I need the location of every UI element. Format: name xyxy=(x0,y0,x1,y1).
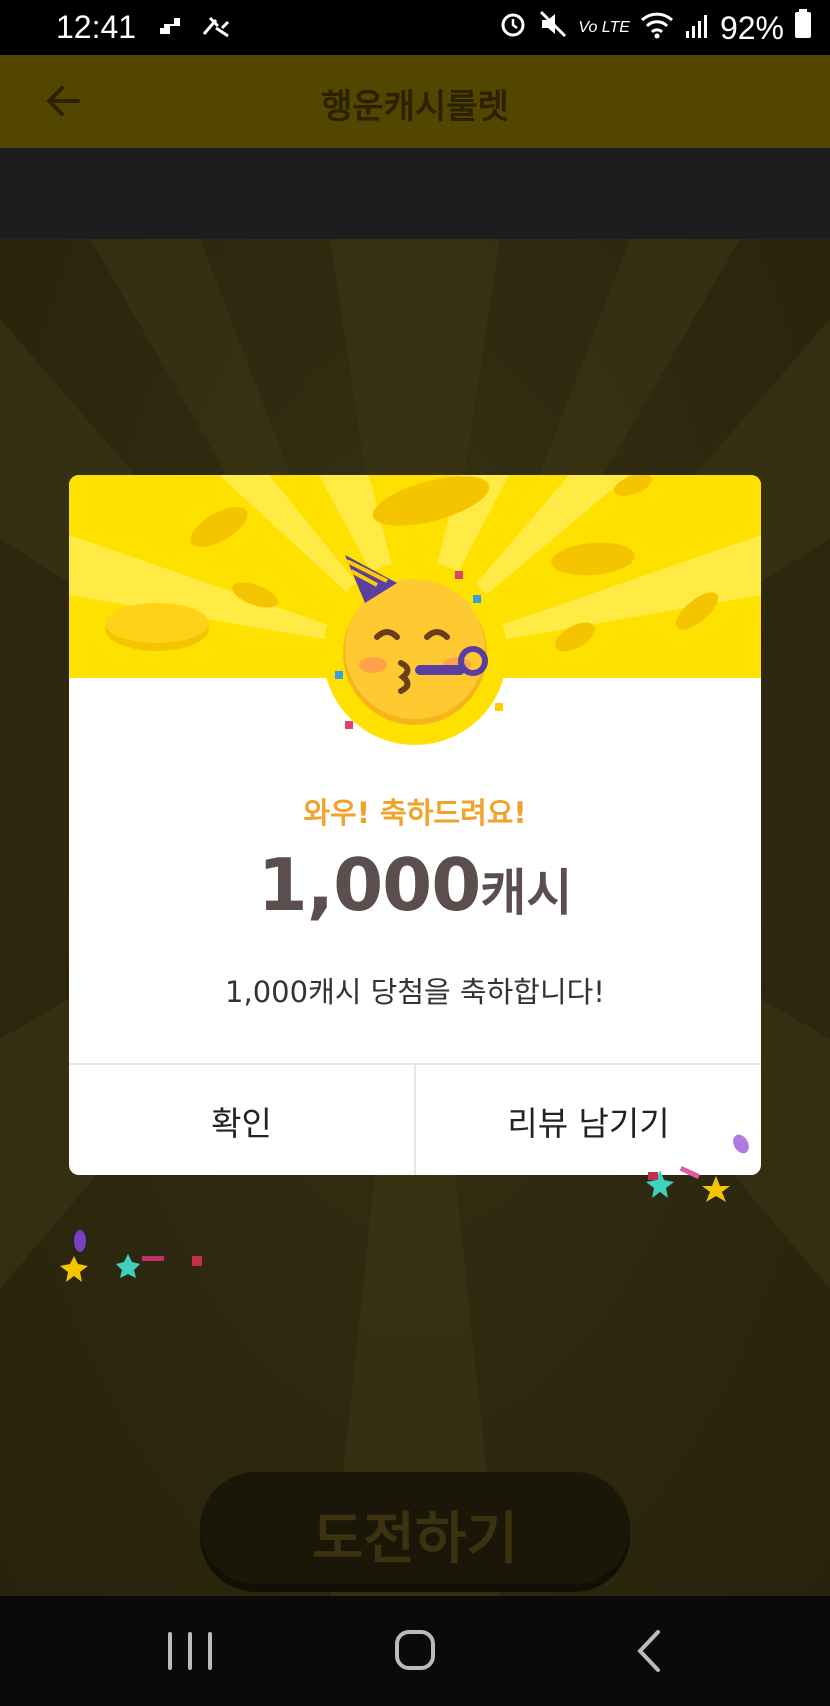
system-nav-bar xyxy=(0,1596,830,1706)
challenge-label: 도전하기 xyxy=(311,1507,519,1572)
dialog-subtitle: 와우! 축하드려요! xyxy=(303,796,527,830)
notification-icon xyxy=(158,14,184,44)
battery-percent: 92% xyxy=(719,9,784,46)
volte-icon: Vo LTE xyxy=(578,19,630,36)
alarm-icon xyxy=(498,9,528,47)
dialog-button-row: 확인 리뷰 남기기 xyxy=(69,1063,761,1175)
wifi-icon xyxy=(640,10,674,47)
dialog-message: 1,000캐시 당첨을 축하합니다! xyxy=(225,975,605,1009)
back-icon[interactable] xyxy=(620,1626,680,1676)
reward-amount-unit: 캐시 xyxy=(480,864,573,922)
status-time: 12:41 xyxy=(56,9,137,45)
banner-area xyxy=(0,148,830,239)
page-title: 행운캐시룰렛 xyxy=(321,87,509,127)
confirm-button[interactable]: 확인 xyxy=(69,1065,414,1175)
home-icon[interactable] xyxy=(385,1626,445,1676)
battery-icon xyxy=(794,9,812,47)
reward-dialog: 와우! 축하드려요! 1,000캐시 1,000캐시 당첨을 축하합니다! 확인… xyxy=(69,475,761,1175)
app-header: 행운캐시룰렛 xyxy=(0,55,830,148)
recent-apps-icon[interactable] xyxy=(160,1626,220,1676)
status-left-icons xyxy=(158,14,234,44)
leave-review-button[interactable]: 리뷰 남기기 xyxy=(414,1065,761,1175)
mute-icon xyxy=(538,9,568,47)
challenge-button[interactable]: 도전하기 xyxy=(200,1472,630,1584)
partying-face-emoji xyxy=(315,553,515,753)
status-bar: 12:41 Vo LTE 92% xyxy=(0,0,830,55)
signal-icon xyxy=(684,10,710,47)
status-right-icons: Vo LTE 92% xyxy=(498,9,812,47)
reward-amount-number: 1,000 xyxy=(257,843,482,927)
reward-amount: 1,000캐시 xyxy=(69,843,761,927)
bluetooth-icon xyxy=(198,14,234,44)
